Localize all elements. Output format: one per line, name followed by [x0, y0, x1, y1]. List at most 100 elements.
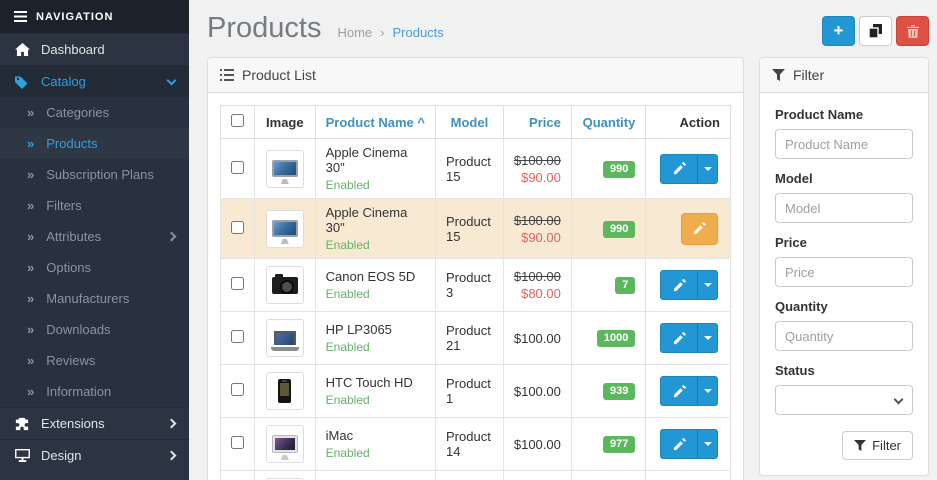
quantity-badge: 977	[603, 436, 635, 453]
row-checkbox[interactable]	[231, 221, 244, 234]
sidebar-subitem-categories[interactable]: » Categories	[0, 97, 189, 128]
pencil-icon	[673, 162, 686, 175]
sidebar-subitem-options[interactable]: » Options	[0, 252, 189, 283]
edit-dropdown-button[interactable]	[697, 323, 718, 353]
caret-down-icon	[704, 283, 712, 287]
row-checkbox[interactable]	[231, 436, 244, 449]
table-row	[221, 471, 731, 480]
sidebar-subitem-reviews[interactable]: » Reviews	[0, 345, 189, 376]
product-name: Apple Cinema 30"	[326, 145, 425, 175]
sidebar-subitem-products[interactable]: » Products	[0, 128, 189, 159]
filter-field: Price	[775, 235, 913, 287]
double-angle-icon: »	[27, 167, 34, 182]
plus-icon: +	[834, 21, 844, 41]
sidebar-subitem-label: Products	[46, 136, 97, 151]
double-angle-icon: »	[27, 353, 34, 368]
sidebar-subitem-label: Filters	[46, 198, 81, 213]
chevron-down-icon	[167, 75, 177, 85]
sidebar-item-label: Design	[41, 448, 81, 463]
action-button-group	[660, 429, 718, 459]
filter-input-price[interactable]	[775, 257, 913, 287]
sidebar: NAVIGATION Dashboard Catalog » Categorie…	[0, 0, 189, 480]
column-model[interactable]: Model	[451, 115, 489, 130]
product-list-panel: Product List Image Product Name ^ Model …	[207, 57, 744, 480]
edit-button[interactable]	[660, 376, 697, 406]
filter-button[interactable]: Filter	[842, 431, 913, 460]
column-product-name[interactable]: Product Name ^	[326, 115, 425, 130]
sidebar-subitem-information[interactable]: » Information	[0, 376, 189, 407]
product-status: Enabled	[326, 178, 425, 192]
edit-button-active[interactable]	[681, 213, 718, 245]
filter-input-quantity[interactable]	[775, 321, 913, 351]
breadcrumb-home[interactable]: Home	[337, 25, 372, 40]
row-checkbox[interactable]	[231, 383, 244, 396]
sidebar-subitem-attributes[interactable]: » Attributes	[0, 221, 189, 252]
product-model: Product 14	[436, 418, 504, 471]
edit-dropdown-button[interactable]	[697, 270, 718, 300]
sidebar-header: NAVIGATION	[0, 0, 189, 33]
product-status: Enabled	[326, 393, 425, 407]
row-checkbox[interactable]	[231, 330, 244, 343]
sidebar-subitem-subscription-plans[interactable]: » Subscription Plans	[0, 159, 189, 190]
chevron-right-icon	[167, 451, 177, 461]
quantity-badge: 990	[603, 221, 635, 238]
row-checkbox[interactable]	[231, 277, 244, 290]
status-select[interactable]	[775, 385, 913, 415]
product-name: HTC Touch HD	[326, 375, 425, 390]
table-row: Canon EOS 5D Enabled Product 3 $100.00 $…	[221, 259, 731, 312]
sidebar-item-label: Extensions	[41, 416, 105, 431]
edit-button[interactable]	[660, 429, 697, 459]
sidebar-item-catalog[interactable]: Catalog	[0, 65, 189, 97]
filter-header: Filter	[760, 58, 928, 93]
funnel-icon	[772, 69, 785, 81]
caret-down-icon	[704, 389, 712, 393]
breadcrumb-current[interactable]: Products	[392, 25, 443, 40]
action-button-group	[660, 323, 718, 353]
edit-button[interactable]	[660, 154, 697, 184]
sidebar-item-dashboard[interactable]: Dashboard	[0, 33, 189, 65]
filter-input-model[interactable]	[775, 193, 913, 223]
price: $100.00	[514, 384, 561, 399]
edit-dropdown-button[interactable]	[697, 429, 718, 459]
sidebar-item-extensions[interactable]: Extensions	[0, 407, 189, 439]
sidebar-subitem-manufacturers[interactable]: » Manufacturers	[0, 283, 189, 314]
sidebar-subitem-label: Manufacturers	[46, 291, 129, 306]
puzzle-icon	[14, 417, 30, 431]
edit-dropdown-button[interactable]	[697, 154, 718, 184]
filter-input-product-name[interactable]	[775, 129, 913, 159]
copy-product-button[interactable]	[859, 16, 892, 46]
copy-icon	[869, 24, 882, 38]
tag-icon	[14, 75, 30, 89]
product-list-title: Product List	[242, 67, 316, 83]
table-row: HP LP3065 Enabled Product 21 $100.00 100…	[221, 312, 731, 365]
row-checkbox[interactable]	[231, 161, 244, 174]
product-thumbnail	[266, 210, 304, 248]
edit-dropdown-button[interactable]	[697, 376, 718, 406]
quantity-badge: 939	[603, 383, 635, 400]
column-quantity[interactable]: Quantity	[583, 115, 636, 130]
product-thumbnail	[266, 150, 304, 188]
sidebar-subitem-downloads[interactable]: » Downloads	[0, 314, 189, 345]
sidebar-item-design[interactable]: Design	[0, 439, 189, 471]
filter-field: Model	[775, 171, 913, 223]
pencil-icon	[673, 438, 686, 451]
hamburger-icon	[14, 11, 27, 22]
pencil-icon	[693, 222, 706, 235]
product-thumbnail	[266, 266, 304, 304]
product-name: HP LP3065	[326, 322, 425, 337]
product-name: iMac	[326, 428, 425, 443]
edit-button[interactable]	[660, 323, 697, 353]
sidebar-subitem-filters[interactable]: » Filters	[0, 190, 189, 221]
column-image: Image	[255, 106, 316, 139]
chevron-right-icon	[167, 419, 177, 429]
column-price[interactable]: Price	[529, 115, 561, 130]
add-product-button[interactable]: +	[822, 16, 855, 46]
delete-product-button[interactable]	[896, 16, 929, 46]
edit-button[interactable]	[660, 270, 697, 300]
product-status: Enabled	[326, 287, 425, 301]
double-angle-icon: »	[27, 105, 34, 120]
product-thumbnail	[266, 425, 304, 463]
select-all-checkbox[interactable]	[231, 114, 244, 127]
double-angle-icon: »	[27, 291, 34, 306]
filter-field-label: Status	[775, 363, 913, 378]
